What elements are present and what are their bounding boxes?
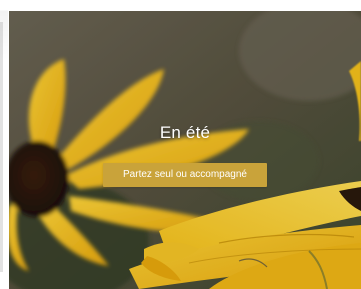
cta-button[interactable]: Partez seul ou accompagné	[103, 163, 267, 187]
photo-overlay	[9, 11, 361, 289]
hero-slide: En été Partez seul ou accompagné	[9, 11, 361, 289]
left-edge	[0, 0, 8, 289]
slide-title: En été	[159, 123, 211, 142]
edge-bar	[0, 22, 3, 272]
page: En été Partez seul ou accompagné	[0, 0, 361, 289]
